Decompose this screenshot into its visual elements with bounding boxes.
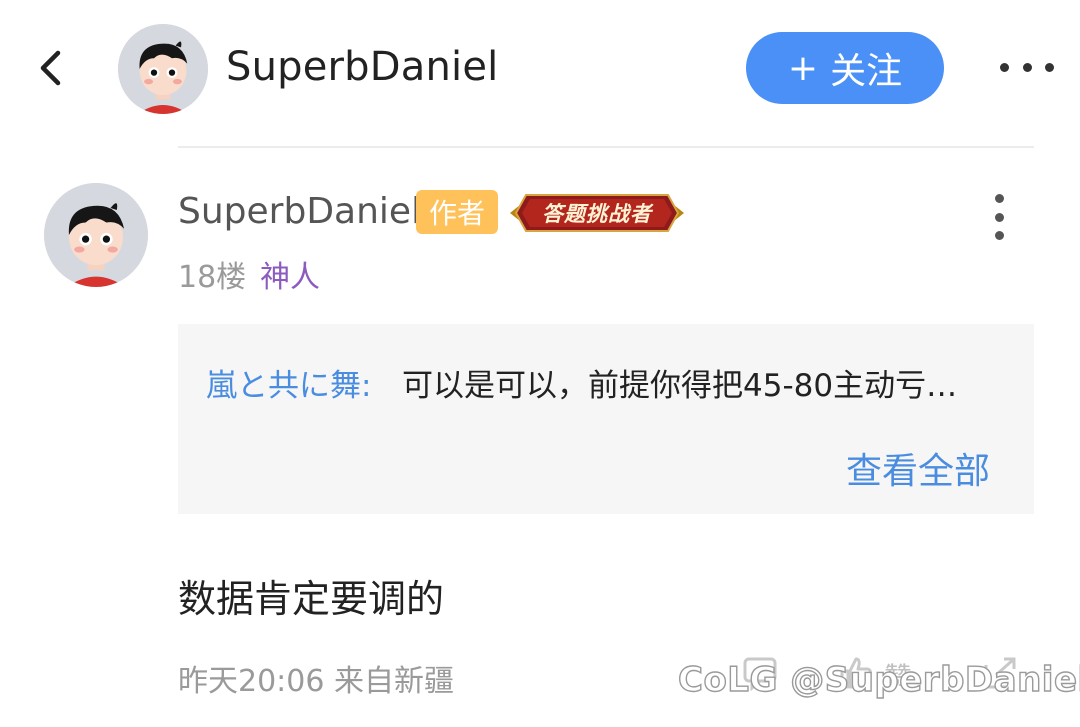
floor-number: 18楼	[178, 260, 247, 295]
comment-avatar[interactable]	[44, 183, 148, 287]
comment-meta: 昨天20:06 来自新疆	[178, 664, 454, 699]
watermark: CoLG @SuperbDaniel	[677, 659, 1080, 700]
comment-content: 数据肯定要调的	[178, 577, 445, 621]
follow-label: 关注	[830, 51, 903, 92]
quote-text: 可以是可以，前提你得把45-80主动亏…	[402, 368, 958, 404]
challenge-badge: 答题挑战者	[510, 191, 684, 235]
more-horizontal-icon[interactable]	[1000, 52, 1054, 82]
user-rank: 神人	[260, 260, 320, 295]
view-all-link[interactable]: 查看全部	[846, 442, 990, 494]
comment-username[interactable]: SuperbDaniel	[178, 191, 421, 232]
plus-icon: +	[787, 47, 819, 89]
challenge-badge-label: 答题挑战者	[542, 202, 652, 226]
divider	[178, 146, 1034, 148]
more-vertical-icon[interactable]	[988, 194, 1010, 240]
back-arrow-icon[interactable]	[30, 48, 70, 88]
quote-author[interactable]: 嵐と共に舞:	[206, 360, 371, 405]
author-badge: 作者	[416, 190, 498, 234]
follow-button[interactable]: + 关注	[746, 32, 944, 104]
avatar[interactable]	[118, 24, 208, 114]
header-username[interactable]: SuperbDaniel	[226, 44, 498, 90]
